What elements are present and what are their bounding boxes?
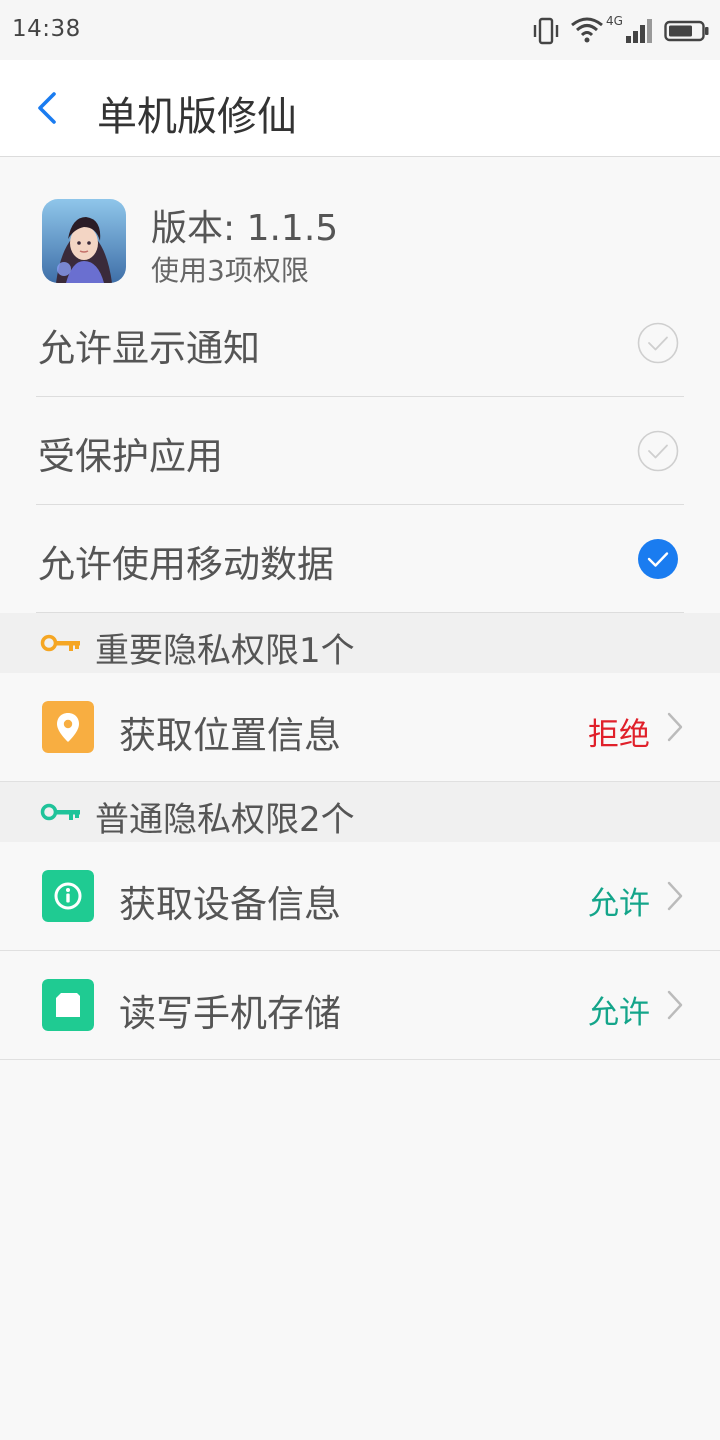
chevron-right-icon (667, 881, 683, 911)
storage-card-icon (42, 979, 94, 1031)
divider (36, 396, 684, 397)
key-icon (40, 634, 80, 652)
toggle-row-notifications[interactable]: 允许显示通知 (0, 290, 720, 398)
location-pin-icon (42, 701, 94, 753)
battery-icon (664, 20, 709, 42)
cellular-signal-icon (626, 19, 652, 43)
network-type-label: 4G (606, 14, 623, 28)
section-title: 普通隐私权限2个 (95, 800, 355, 840)
chevron-right-icon (667, 712, 683, 742)
permission-status: 允许 (588, 886, 650, 922)
toggle-row-protected-app[interactable]: 受保护应用 (0, 398, 720, 506)
check-circle-icon[interactable] (637, 430, 679, 472)
permission-label: 获取位置信息 (119, 714, 341, 757)
vibrate-icon (533, 17, 559, 45)
status-time: 14:38 (12, 16, 81, 42)
section-title: 重要隐私权限1个 (95, 631, 355, 671)
section-header-important-privacy: 重要隐私权限1个 (0, 613, 720, 673)
check-circle-icon[interactable] (637, 322, 679, 364)
divider (36, 504, 684, 505)
check-circle-filled-icon[interactable] (637, 538, 679, 580)
permission-row-device-info[interactable]: 获取设备信息 允许 (0, 842, 720, 950)
permission-label: 获取设备信息 (119, 883, 341, 926)
chevron-right-icon (667, 990, 683, 1020)
page-title: 单机版修仙 (97, 94, 297, 140)
toggle-row-mobile-data[interactable]: 允许使用移动数据 (0, 506, 720, 614)
divider (0, 1059, 720, 1060)
permission-row-storage[interactable]: 读写手机存储 允许 (0, 951, 720, 1059)
app-bar: 单机版修仙 (0, 60, 720, 157)
toggle-label: 受保护应用 (38, 435, 223, 478)
permission-status: 允许 (588, 995, 650, 1031)
chevron-left-icon[interactable] (30, 90, 66, 126)
key-icon (40, 803, 80, 821)
app-info-header: 版本: 1.1.5 使用3项权限 (0, 157, 720, 292)
info-icon (42, 870, 94, 922)
permission-status: 拒绝 (588, 717, 650, 753)
wifi-icon (571, 17, 603, 43)
app-version: 版本: 1.1.5 (151, 208, 339, 249)
app-icon (42, 199, 126, 283)
permission-label: 读写手机存储 (119, 992, 341, 1035)
permission-row-location[interactable]: 获取位置信息 拒绝 (0, 673, 720, 781)
app-permission-count: 使用3项权限 (151, 254, 309, 287)
status-bar: 14:38 4G (0, 0, 720, 60)
section-header-normal-privacy: 普通隐私权限2个 (0, 782, 720, 842)
toggle-label: 允许使用移动数据 (38, 543, 334, 586)
toggle-label: 允许显示通知 (38, 327, 260, 370)
